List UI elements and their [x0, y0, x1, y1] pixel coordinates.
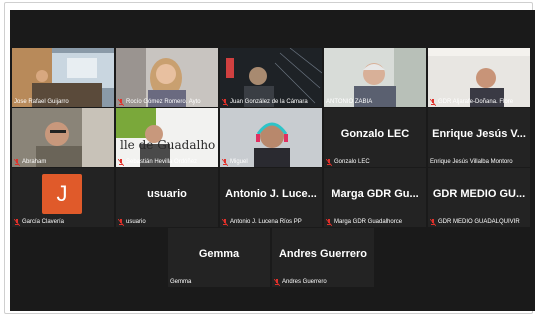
background-sign-text: lle de Guadalho — [120, 138, 216, 152]
muted-mic-icon — [326, 218, 332, 226]
participant-display-name: usuario — [147, 188, 187, 200]
participant-display-name: Andres Guerrero — [278, 248, 368, 260]
muted-mic-icon — [222, 158, 228, 166]
muted-mic-icon — [14, 218, 20, 226]
participant-name: Andres Guerrero — [274, 278, 372, 286]
participant-tile[interactable]: lle de Guadalho Sebastián Hevilla Ordóñe… — [116, 108, 218, 167]
participant-tile[interactable]: Marga GDR Gu... Marga GDR Guadalhorce — [324, 168, 426, 227]
participant-name: Rocío Gómez Romero. Ayto — [118, 98, 216, 106]
participant-name: Jose Rafael Guijarro — [14, 99, 69, 105]
muted-mic-icon — [118, 218, 124, 226]
participant-name: ANTONIO ZABIA — [326, 99, 373, 105]
participant-display-name: Enrique Jesús V... — [432, 128, 526, 140]
participant-tile[interactable]: Rocío Gómez Romero. Ayto — [116, 48, 218, 107]
participant-tile[interactable]: Abraham — [12, 108, 114, 167]
participant-tile[interactable]: Antonio J. Luce... Antonio J. Lucena Río… — [220, 168, 322, 227]
participant-tile[interactable]: Andres Guerrero Andres Guerrero — [272, 228, 374, 287]
muted-mic-icon — [222, 218, 228, 226]
participant-name: GDR MEDIO GUADALQUIVIR — [430, 218, 528, 226]
participant-avatar: J — [42, 174, 82, 214]
participant-tile[interactable]: Juan González de la Cámara — [220, 48, 322, 107]
participant-tile[interactable]: usuario usuario — [116, 168, 218, 227]
participant-tile[interactable]: Miguel — [220, 108, 322, 167]
participant-display-name: Gemma — [198, 248, 240, 260]
participant-display-name: GDR MEDIO GU... — [432, 188, 526, 200]
participant-name: Gemma — [170, 279, 192, 285]
muted-mic-icon — [274, 278, 280, 286]
muted-mic-icon — [118, 98, 124, 106]
participant-name: Abraham — [14, 158, 112, 166]
participant-name: Antonio J. Lucena Ríos PP — [222, 218, 320, 226]
participant-name: Enrique Jesús Villalba Montoro — [430, 159, 513, 165]
muted-mic-icon — [430, 98, 436, 106]
participant-name: Miguel — [222, 158, 320, 166]
gallery-view: Jose Rafael Guijarro Rocío Gómez Romero.… — [10, 10, 535, 311]
participant-display-name: Gonzalo LEC — [340, 128, 410, 140]
participant-name: usuario — [118, 218, 216, 226]
participant-name: Gonzalo LEC — [326, 158, 424, 166]
participant-name: Sebastián Hevilla Ordóñez — [118, 158, 216, 166]
participant-name: GDR Aljarafe-Doñana. Flore — [430, 98, 528, 106]
muted-mic-icon — [118, 158, 124, 166]
muted-mic-icon — [430, 218, 436, 226]
participant-tile[interactable]: Jose Rafael Guijarro — [12, 48, 114, 107]
muted-mic-icon — [14, 158, 20, 166]
participant-name: Marga GDR Guadalhorce — [326, 218, 424, 226]
participant-display-name: Antonio J. Luce... — [225, 188, 317, 200]
participant-display-name: Marga GDR Gu... — [331, 188, 419, 200]
participant-tile[interactable]: Gemma Gemma — [168, 228, 270, 287]
muted-mic-icon — [326, 158, 332, 166]
participant-name: García Clavería — [14, 218, 112, 226]
participant-tile[interactable]: GDR Aljarafe-Doñana. Flore — [428, 48, 530, 107]
participant-tile-active-speaker[interactable]: ANTONIO ZABIA — [324, 48, 426, 107]
participant-name: Juan González de la Cámara — [222, 98, 320, 106]
participant-tile[interactable]: J García Clavería — [12, 168, 114, 227]
participant-tile[interactable]: Gonzalo LEC Gonzalo LEC — [324, 108, 426, 167]
muted-mic-icon — [222, 98, 228, 106]
participant-tile[interactable]: Enrique Jesús V... Enrique Jesús Villalb… — [428, 108, 530, 167]
participant-tile[interactable]: GDR MEDIO GU... GDR MEDIO GUADALQUIVIR — [428, 168, 530, 227]
